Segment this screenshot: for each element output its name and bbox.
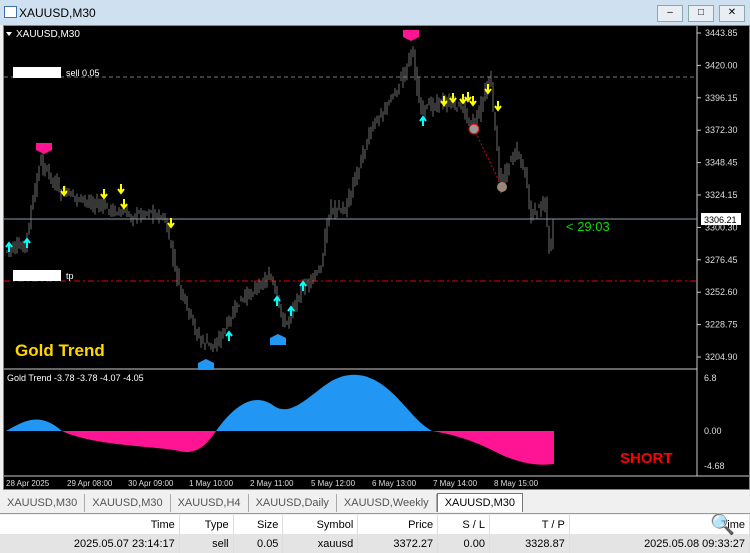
time-tick-label: 1 May 10:00 bbox=[189, 479, 234, 488]
cell-tp: 3328.87 bbox=[489, 534, 570, 553]
tab-xauusd-m30-2[interactable]: XAUUSD,M30 bbox=[85, 494, 171, 512]
indicator-title: Gold Trend bbox=[15, 341, 105, 360]
tp-label: tp bbox=[66, 271, 74, 281]
app-icon bbox=[4, 6, 17, 18]
price-tick-label: 3396.15 bbox=[705, 93, 738, 103]
price-tick-label: 3420.00 bbox=[705, 60, 738, 70]
table-header: Time Type Size Symbol Price S / L T / P … bbox=[0, 515, 750, 534]
window-title: XAUUSD,M30 bbox=[19, 6, 96, 20]
indicator-tick-label: 0.00 bbox=[704, 426, 722, 436]
tab-xauusd-weekly[interactable]: XAUUSD,Weekly bbox=[337, 494, 437, 512]
buy-arrow-icon bbox=[225, 330, 233, 341]
cell-size: 0.05 bbox=[233, 534, 284, 553]
symbol-label: XAUUSD,M30 bbox=[16, 29, 80, 40]
time-tick-label: 29 Apr 08:00 bbox=[67, 479, 113, 488]
zoom-icon[interactable]: 🔍 bbox=[710, 512, 735, 537]
indicator-tick-label: 6.8 bbox=[704, 373, 717, 383]
sell-arrow-icon bbox=[120, 199, 128, 210]
bear-area bbox=[62, 431, 216, 452]
entry-marker-icon[interactable] bbox=[468, 123, 480, 135]
price-tick-label: 3252.60 bbox=[705, 287, 738, 297]
bull-area bbox=[6, 419, 62, 431]
cell-type: sell bbox=[179, 534, 234, 553]
indicator-tick-label: -4.68 bbox=[704, 461, 725, 471]
buy-signal-icon bbox=[198, 359, 214, 370]
collapse-triangle-icon[interactable] bbox=[6, 32, 12, 36]
time-tick-label: 2 May 11:00 bbox=[250, 479, 294, 488]
title-bar: XAUUSD,M30 ‒ □ ✕ bbox=[0, 0, 750, 25]
indicator-pane bbox=[6, 374, 554, 465]
bear-area bbox=[432, 431, 554, 465]
time-tick-label: 6 May 13:00 bbox=[372, 479, 417, 488]
sell-arrow-icon bbox=[60, 186, 68, 197]
price-axis[interactable]: 3443.85 3420.00 3396.15 3372.30 3348.45 3324.… bbox=[697, 28, 738, 362]
indicator-label: Gold Trend -3.78 -3.78 -4.07 -4.05 bbox=[7, 373, 144, 383]
signal-label: SHORT bbox=[620, 450, 673, 467]
sell-signal-icon bbox=[36, 143, 52, 154]
time-tick-label: 28 Apr 2025 bbox=[6, 479, 50, 488]
bar-countdown: < 29:03 bbox=[566, 219, 610, 234]
price-tick-label: 3443.85 bbox=[705, 28, 738, 38]
sell-arrow-icon bbox=[494, 101, 502, 112]
trade-line bbox=[473, 128, 503, 188]
price-tick-label: 3348.45 bbox=[705, 158, 738, 168]
trade-table: Time Type Size Symbol Price S / L T / P … bbox=[0, 515, 750, 553]
price-tick-label: 3276.45 bbox=[705, 255, 738, 265]
chart-window[interactable]: XAUUSD,M30 sell 0.05 tp Gold Trend < 29:… bbox=[3, 25, 750, 490]
price-tick-label: 3372.30 bbox=[705, 125, 738, 135]
tab-xauusd-h4[interactable]: XAUUSD,H4 bbox=[171, 494, 249, 512]
sell-arrow-icon bbox=[484, 84, 492, 95]
bull-area bbox=[216, 374, 432, 431]
tab-xauusd-daily[interactable]: XAUUSD,Daily bbox=[249, 494, 337, 512]
sell-label: sell 0.05 bbox=[66, 68, 100, 78]
indicator-axis: 6.8 0.00 -4.68 bbox=[704, 373, 725, 471]
cell-time: 2025.05.07 23:14:17 bbox=[0, 534, 180, 553]
candles bbox=[6, 46, 554, 353]
cell-symbol: xauusd bbox=[282, 534, 359, 553]
price-tick-label: 3228.75 bbox=[705, 320, 738, 330]
current-price: 3306.21 bbox=[704, 215, 737, 225]
time-tick-label: 30 Apr 09:00 bbox=[128, 479, 174, 488]
col-size[interactable]: Size bbox=[233, 515, 284, 534]
tab-xauusd-m30-active[interactable]: XAUUSD,M30 bbox=[436, 493, 523, 512]
sell-arrow-icon bbox=[464, 92, 472, 103]
exit-marker-icon[interactable] bbox=[497, 182, 507, 192]
col-tp[interactable]: T / P bbox=[489, 515, 570, 534]
table-row[interactable]: 2025.05.07 23:14:17 sell 0.05 xauusd 337… bbox=[0, 534, 750, 553]
minimize-button[interactable]: ‒ bbox=[657, 5, 683, 22]
tab-xauusd-m30-1[interactable]: XAUUSD,M30 bbox=[0, 494, 86, 512]
col-type[interactable]: Type bbox=[179, 515, 234, 534]
sell-arrow-icon bbox=[440, 96, 448, 107]
col-price[interactable]: Price bbox=[357, 515, 439, 534]
price-tick-label: 3324.15 bbox=[705, 190, 738, 200]
sell-arrow-icon bbox=[117, 184, 125, 195]
sell-signal-icon bbox=[403, 30, 419, 41]
buy-signal-icon bbox=[270, 334, 286, 345]
col-time[interactable]: Time bbox=[0, 515, 180, 534]
redacted-ticket bbox=[13, 67, 61, 78]
chart-tabs: XAUUSD,M30 XAUUSD,M30 XAUUSD,H4 XAUUSD,Dail… bbox=[0, 493, 750, 514]
time-tick-label: 7 May 14:00 bbox=[433, 479, 478, 488]
price-chart[interactable]: XAUUSD,M30 sell 0.05 tp Gold Trend < 29:… bbox=[4, 26, 749, 489]
maximize-button[interactable]: □ bbox=[688, 5, 714, 22]
sell-arrow-icon bbox=[100, 189, 108, 200]
price-tick-label: 3204.90 bbox=[705, 352, 738, 362]
cell-sl: 0.00 bbox=[437, 534, 490, 553]
time-axis[interactable]: 28 Apr 2025 29 Apr 08:00 30 Apr 09:00 1 May… bbox=[6, 479, 539, 488]
time-tick-label: 8 May 15:00 bbox=[494, 479, 539, 488]
cell-price: 3372.27 bbox=[357, 534, 439, 553]
time-tick-label: 5 May 12:00 bbox=[311, 479, 356, 488]
redacted-ticket-tp bbox=[13, 270, 61, 281]
col-symbol[interactable]: Symbol bbox=[282, 515, 359, 534]
col-sl[interactable]: S / L bbox=[437, 515, 490, 534]
buy-arrow-icon bbox=[419, 115, 427, 126]
close-button[interactable]: ✕ bbox=[719, 5, 745, 22]
